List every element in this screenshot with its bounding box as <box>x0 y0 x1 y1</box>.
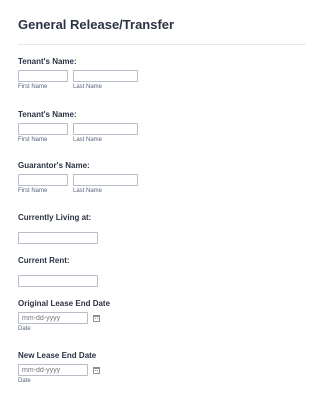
tenant-name-section-2: Tenant's Name: First Name Last Name <box>18 109 138 144</box>
calendar-icon[interactable] <box>93 366 100 374</box>
current-rent-input[interactable] <box>18 274 98 287</box>
guarantor-name-section: Guarantor's Name: First Name Last Name <box>18 160 138 195</box>
original-lease-end-label: Original Lease End Date <box>18 299 111 308</box>
currently-living-label: Currently Living at: <box>18 213 92 222</box>
first-name-sublabel: First Name <box>18 84 48 90</box>
date-sublabel: Date <box>18 326 31 332</box>
tenant-last-name-input-1[interactable] <box>73 70 138 82</box>
first-name-sublabel: First Name <box>18 188 48 194</box>
currently-living-section: Currently Living at: <box>18 212 98 244</box>
guarantor-name-label: Guarantor's Name: <box>18 161 90 170</box>
date-sublabel: Date <box>18 378 31 384</box>
tenant-name-label-1: Tenant's Name: <box>18 57 77 66</box>
tenant-name-label-2: Tenant's Name: <box>18 110 77 119</box>
last-name-sublabel: Last Name <box>73 188 103 194</box>
original-lease-end-section: Original Lease End Date Date <box>18 298 110 333</box>
current-rent-section: Current Rent: <box>18 255 98 287</box>
current-rent-label: Current Rent: <box>18 256 70 265</box>
new-lease-end-date-input[interactable] <box>18 364 88 376</box>
last-name-sublabel: Last Name <box>73 84 103 90</box>
new-lease-end-label: New Lease End Date <box>18 351 97 360</box>
tenant-first-name-input-2[interactable] <box>18 123 68 135</box>
last-name-sublabel: Last Name <box>73 137 103 143</box>
first-name-sublabel: First Name <box>18 137 48 143</box>
calendar-icon[interactable] <box>93 314 100 322</box>
guarantor-last-name-input[interactable] <box>73 174 138 186</box>
form-title: General Release/Transfer <box>18 17 175 32</box>
tenant-name-section-1: Tenant's Name: First Name Last Name <box>18 56 138 91</box>
title-divider <box>18 44 306 45</box>
tenant-last-name-input-2[interactable] <box>73 123 138 135</box>
guarantor-first-name-input[interactable] <box>18 174 68 186</box>
currently-living-input[interactable] <box>18 231 98 244</box>
new-lease-end-section: New Lease End Date Date <box>18 350 100 385</box>
original-lease-end-date-input[interactable] <box>18 312 88 324</box>
tenant-first-name-input-1[interactable] <box>18 70 68 82</box>
